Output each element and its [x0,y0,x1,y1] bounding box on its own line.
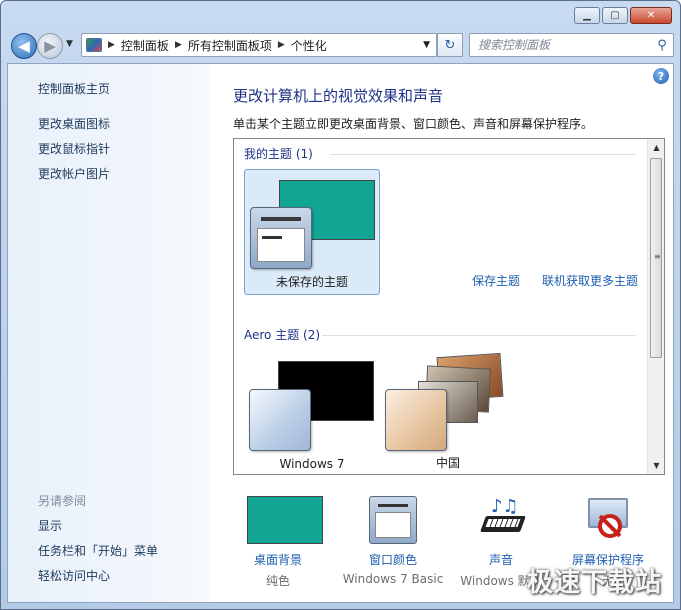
refresh-button[interactable]: ↻ [437,33,463,57]
desktop-background-icon [247,496,323,544]
page-title: 更改计算机上的视觉效果和声音 [233,87,444,105]
save-theme-link[interactable]: 保存主题 [472,272,520,289]
sidebar-link-desktop-icons[interactable]: 更改桌面图标 [38,115,110,132]
breadcrumb-control-panel[interactable]: 控制面板 [121,37,169,54]
forward-button[interactable]: ▶ [37,33,63,59]
search-input[interactable] [478,38,651,52]
aero-themes-header: Aero 主题 (2) [244,328,321,342]
preview-text-line [262,236,282,239]
group-divider [322,335,636,336]
help-icon[interactable]: ? [653,68,669,84]
page-description: 单击某个主题立即更改桌面背景、窗口颜色、声音和屏幕保护程序。 [233,117,594,131]
theme-window-preview [385,389,447,451]
theme-list-scrollbar[interactable]: ▲ ≡ ▼ [647,139,664,474]
option-name[interactable]: 桌面背景 [223,551,333,568]
get-more-themes-link[interactable]: 联机获取更多主题 [542,272,638,289]
option-name[interactable]: 窗口颜色 [338,551,448,568]
chevron-down-icon[interactable]: ▼ [423,40,430,50]
theme-list: 我的主题 (1) 未保存的主题 保存主题 联机获取更多主题 Aero 主题 (2… [233,138,665,475]
back-button[interactable]: ◀ [11,33,37,59]
theme-label: 中国 [435,456,460,470]
control-panel-icon [86,38,102,52]
my-themes-header: 我的主题 (1) [244,147,313,161]
minimize-button[interactable]: ▁ [574,7,600,24]
search-icon[interactable]: ⚲ [651,38,673,53]
watermark: 极速下载站 [526,568,662,598]
breadcrumb-all-items[interactable]: 所有控制面板项 [188,37,272,54]
maximize-button[interactable]: ▢ [602,7,628,24]
content-area: 控制面板主页 更改桌面图标 更改鼠标指针 更改帐户图片 另请参阅 显示 任务栏和… [7,63,674,603]
theme-china[interactable]: 中国 [380,349,516,474]
theme-window-preview [249,389,311,451]
address-bar[interactable]: ▶ 控制面板 ▶ 所有控制面板项 ▶ 个性化 ▼ [81,33,437,57]
navigation-bar: ◀ ▶ ▼ ▶ 控制面板 ▶ 所有控制面板项 ▶ 个性化 ▼ ↻ ⚲ [9,30,674,59]
option-value: Windows 7 Basic [342,572,444,586]
scroll-thumb[interactable]: ≡ [650,158,662,358]
chevron-right-icon[interactable]: ▶ [175,40,182,50]
screensaver-icon [584,496,632,544]
see-also-header: 另请参阅 [38,494,87,508]
chevron-right-icon[interactable]: ▶ [278,40,285,50]
theme-label: Windows 7 [279,457,345,471]
window-frame: ▁ ▢ ✕ ◀ ▶ ▼ ▶ 控制面板 ▶ 所有控制面板项 ▶ 个性化 ▼ ↻ ⚲… [0,0,681,610]
sidebar-link-taskbar[interactable]: 任务栏和「开始」菜单 [38,542,158,559]
title-buttons: ▁ ▢ ✕ [574,7,672,24]
preview-title-bar [261,217,301,221]
scroll-down-icon[interactable]: ▼ [648,457,664,474]
theme-links: 保存主题 联机获取更多主题 [472,272,638,289]
preview-window-body [257,228,305,262]
theme-window-preview [250,207,312,269]
group-divider [330,154,636,155]
sidebar-link-display[interactable]: 显示 [38,517,62,534]
search-box: ⚲ [469,33,674,57]
scroll-up-icon[interactable]: ▲ [648,139,664,156]
sound-icon: ♪♫ [477,496,526,544]
sidebar-link-account-picture[interactable]: 更改帐户图片 [38,165,110,182]
theme-windows-7[interactable]: Windows 7 [244,349,380,474]
option-value: 纯色 [265,574,290,588]
close-button[interactable]: ✕ [630,7,672,24]
theme-unsaved[interactable]: 未保存的主题 [244,169,380,295]
chevron-right-icon[interactable]: ▶ [108,40,115,50]
window-color-icon [369,496,417,544]
theme-label: 未保存的主题 [275,275,348,289]
breadcrumb-personalization[interactable]: 个性化 [291,37,327,54]
sidebar: 控制面板主页 更改桌面图标 更改鼠标指针 更改帐户图片 另请参阅 显示 任务栏和… [8,64,210,602]
recent-pages-dropdown[interactable]: ▼ [66,39,73,49]
sidebar-link-control-panel-home[interactable]: 控制面板主页 [38,80,110,97]
grip-icon: ≡ [654,252,661,261]
sidebar-link-ease-of-access[interactable]: 轻松访问中心 [38,567,110,584]
sidebar-link-mouse-pointers[interactable]: 更改鼠标指针 [38,140,110,157]
